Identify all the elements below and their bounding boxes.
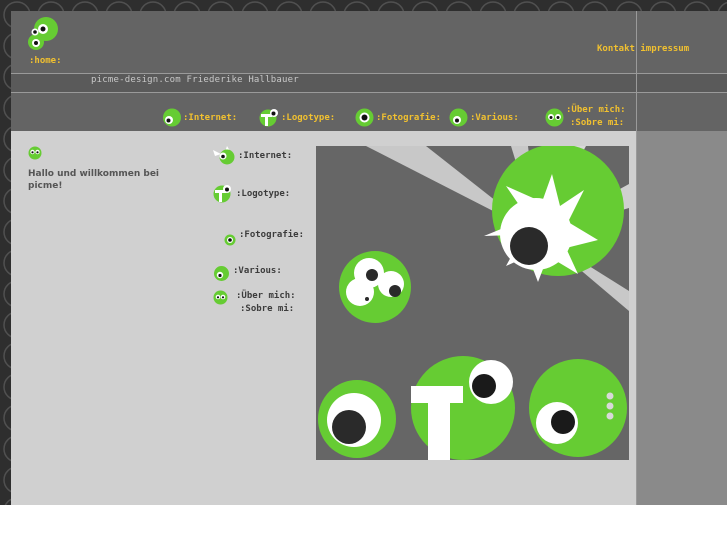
nav-item-label: :Logotype: (281, 112, 336, 123)
welcome-text: Hallo und willkommen bei picme! (28, 169, 160, 191)
vertical-divider (636, 11, 637, 505)
logotype-monster-icon (213, 185, 231, 203)
nav-item-label: :Fotografie: (376, 112, 442, 123)
nav-item-logotype[interactable]: :Logotype: (259, 108, 335, 127)
about-monster-icon (545, 108, 564, 126)
nav-item-label: :Various: (470, 112, 519, 123)
picme-logo-icon[interactable] (26, 16, 60, 52)
welcome-monster-icon (28, 146, 42, 160)
fotografie-monster-icon (224, 234, 236, 246)
nav-item-internet[interactable]: :Internet: (162, 108, 237, 127)
top-links: Kontakt impressum (597, 44, 689, 54)
logotype-monster-icon (259, 109, 278, 127)
various-monster-icon (214, 266, 229, 281)
internet-monster-icon (163, 108, 181, 127)
side-item-label: :Fotografie: (239, 230, 305, 240)
nav-item-fotografie[interactable]: :Fotografie: (355, 108, 441, 127)
right-column (637, 131, 727, 505)
side-item-internet[interactable]: :Internet: (213, 146, 292, 166)
nav-item-label: :Sobre mi: (570, 118, 625, 128)
nav-item-various[interactable]: :Various: (449, 108, 519, 127)
home-link[interactable]: :home: (29, 56, 62, 66)
side-item-label: :Logotype: (236, 188, 291, 199)
various-monster-icon (449, 108, 468, 127)
side-item-label: :Über mich: (236, 291, 296, 301)
nav-item-label: :Über mich: (566, 105, 626, 115)
side-item-about[interactable]: :Über mich: :Sobre mi: (213, 290, 296, 316)
nav-item-label: :Internet: (183, 112, 238, 123)
imprint-link[interactable]: impressum (640, 44, 689, 54)
side-item-various[interactable]: :Various: (213, 259, 282, 282)
nav-item-about[interactable]: :Über mich: :Sobre mi: (545, 104, 626, 130)
monster-illustration (316, 146, 629, 460)
contact-link[interactable]: Kontakt (597, 44, 635, 54)
side-item-label: :Various: (233, 265, 282, 276)
side-item-logotype[interactable]: :Logotype: (213, 184, 290, 203)
internet-monster-icon (213, 146, 235, 165)
fotografie-monster-icon (355, 108, 374, 127)
side-item-fotografie[interactable]: :Fotografie: (224, 223, 304, 247)
header-bar (11, 11, 727, 73)
site-name: picme-design.com Friederike Hallbauer (91, 75, 299, 85)
side-item-label: :Sobre mi: (240, 304, 295, 314)
side-item-label: :Internet: (238, 151, 293, 161)
about-monster-icon (213, 290, 228, 305)
